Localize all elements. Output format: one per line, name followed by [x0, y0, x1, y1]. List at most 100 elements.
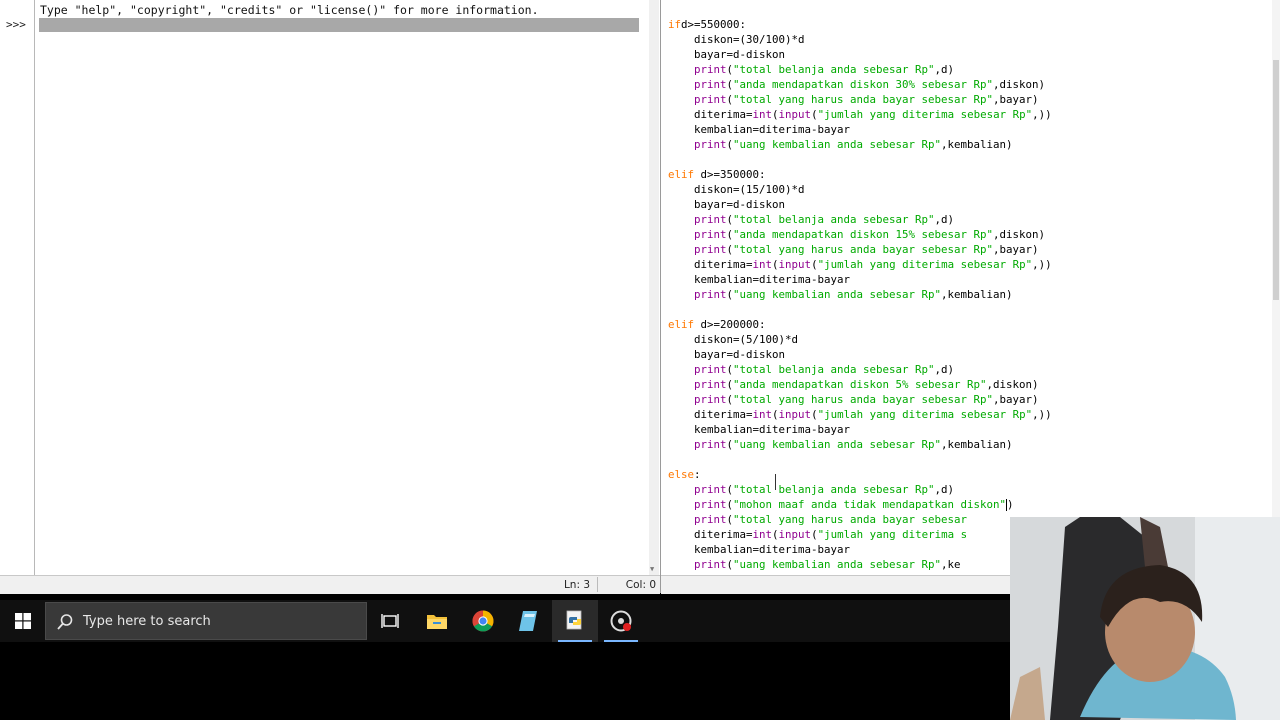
builtin-token: input: [778, 528, 812, 541]
code-token: ,diskon): [993, 228, 1046, 241]
code-token: ,diskon): [986, 378, 1039, 391]
taskbar-search-box[interactable]: Type here to search: [45, 602, 367, 640]
code-token: diskon=(30/100)*d: [668, 33, 805, 46]
code-line: bayar=d-diskon: [668, 197, 1052, 212]
code-line: kembalian=diterima-bayar: [668, 542, 1052, 557]
code-line: kembalian=diterima-bayar: [668, 422, 1052, 437]
string-token: "total yang harus anda bayar sebesar Rp": [733, 93, 994, 106]
string-token: "anda mendapatkan diskon 15% sebesar Rp": [733, 228, 994, 241]
builtin-token: input: [778, 408, 812, 421]
code-line: print("anda mendapatkan diskon 30% sebes…: [668, 77, 1052, 92]
code-line: diterima=int(input("jumlah yang diterima…: [668, 407, 1052, 422]
code-token: diskon=(15/100)*d: [668, 183, 805, 196]
builtin-token: print: [668, 393, 727, 406]
start-button[interactable]: [0, 600, 45, 642]
code-token: diterima=: [668, 528, 753, 541]
code-token: ,diskon): [993, 78, 1046, 91]
code-token: ,d): [934, 213, 955, 226]
builtin-token: print: [668, 513, 727, 526]
code-line: print("total belanja anda sebesar Rp",d): [668, 362, 1052, 377]
code-token: ,bayar): [993, 243, 1039, 256]
python-idle-icon: [566, 610, 582, 630]
code-editor-text[interactable]: ifd>=550000: diskon=(30/100)*d bayar=d-d…: [668, 17, 1052, 572]
string-token: "total yang harus anda bayar sebesar Rp": [733, 393, 994, 406]
code-token: ): [1007, 498, 1014, 511]
code-line: print("total yang harus anda bayar sebes…: [668, 512, 1052, 527]
string-token: "uang kembalian anda sebesar Rp": [733, 438, 942, 451]
search-icon: [57, 614, 73, 630]
editor-scroll-thumb[interactable]: [1273, 60, 1279, 300]
builtin-token: print: [668, 213, 727, 226]
code-line: bayar=d-diskon: [668, 47, 1052, 62]
code-token: bayar=d-diskon: [668, 348, 786, 361]
shell-vertical-scrollbar[interactable]: ▼: [649, 0, 659, 575]
code-token: ,)): [1032, 108, 1052, 121]
keyword-token: elif: [668, 168, 695, 181]
webcam-overlay: [1010, 517, 1280, 720]
code-token: ,)): [1032, 408, 1052, 421]
code-token: diterima=: [668, 408, 753, 421]
code-token: ,ke: [941, 558, 961, 571]
notepad-button[interactable]: [506, 600, 552, 642]
mouse-ibeam-cursor: [775, 474, 776, 490]
builtin-token: print: [668, 363, 727, 376]
shell-status-bar: Ln: 3 Col: 0: [0, 575, 660, 594]
code-token: ,bayar): [993, 93, 1039, 106]
code-token: ,d): [934, 63, 955, 76]
code-token: ,bayar): [993, 393, 1039, 406]
editor-vertical-scrollbar[interactable]: [1272, 0, 1280, 575]
builtin-token: print: [668, 288, 727, 301]
code-line: print("anda mendapatkan diskon 15% sebes…: [668, 227, 1052, 242]
string-token: "total yang harus anda bayar sebesar: [733, 513, 968, 526]
code-line: print("total yang harus anda bayar sebes…: [668, 392, 1052, 407]
code-token: ,d): [934, 483, 955, 496]
code-token: kembalian=diterima-bayar: [668, 543, 851, 556]
string-token: "jumlah yang diterima s: [817, 528, 968, 541]
code-token: :: [694, 468, 701, 481]
code-token: ,kembalian): [941, 138, 1013, 151]
obs-recorder-button[interactable]: [598, 600, 644, 642]
builtin-token: print: [668, 228, 727, 241]
code-line: diterima=int(input("jumlah yang diterima…: [668, 107, 1052, 122]
builtin-token: input: [778, 258, 812, 271]
code-line: elif d>=200000:: [668, 317, 1052, 332]
code-token: d>=350000:: [694, 168, 766, 181]
code-token: bayar=d-diskon: [668, 48, 786, 61]
scroll-down-icon[interactable]: ▼: [650, 565, 654, 573]
string-token: "uang kembalian anda sebesar Rp": [733, 558, 942, 571]
builtin-token: input: [778, 108, 812, 121]
builtin-token: int: [752, 528, 773, 541]
search-placeholder: Type here to search: [83, 614, 211, 629]
string-token: "uang kembalian anda sebesar Rp": [733, 288, 942, 301]
python-shell-window: Type "help", "copyright", "credits" or "…: [0, 0, 661, 594]
code-token: kembalian=diterima-bayar: [668, 273, 851, 286]
chrome-button[interactable]: [460, 600, 506, 642]
task-view-button[interactable]: [367, 600, 413, 642]
shell-input-line[interactable]: [39, 18, 639, 32]
status-column-number: Col: 0: [625, 579, 656, 591]
code-token: ,kembalian): [941, 438, 1013, 451]
shell-prompt-gutter: [0, 0, 35, 575]
code-line: print("uang kembalian anda sebesar Rp",k…: [668, 287, 1052, 302]
code-line: print("anda mendapatkan diskon 5% sebesa…: [668, 377, 1052, 392]
builtin-token: print: [668, 78, 727, 91]
windows-start-icon: [14, 613, 31, 629]
code-token: diterima=: [668, 258, 753, 271]
python-idle-button[interactable]: [552, 600, 598, 642]
webcam-video-frame: [1010, 517, 1280, 720]
code-token: ,kembalian): [941, 288, 1013, 301]
code-line: print("total yang harus anda bayar sebes…: [668, 242, 1052, 257]
code-line: bayar=d-diskon: [668, 347, 1052, 362]
code-line: diskon=(15/100)*d: [668, 182, 1052, 197]
string-token: "total belanja anda sebesar Rp": [733, 213, 935, 226]
builtin-token: int: [752, 408, 773, 421]
code-line: elif d>=350000:: [668, 167, 1052, 182]
code-line: print("total belanja anda sebesar Rp",d): [668, 212, 1052, 227]
code-token: diterima=: [668, 108, 753, 121]
string-token: "total belanja anda sebesar Rp": [733, 363, 935, 376]
string-token: "total yang harus anda bayar sebesar Rp": [733, 243, 994, 256]
file-explorer-button[interactable]: [414, 600, 460, 642]
code-token: d>=200000:: [694, 318, 766, 331]
